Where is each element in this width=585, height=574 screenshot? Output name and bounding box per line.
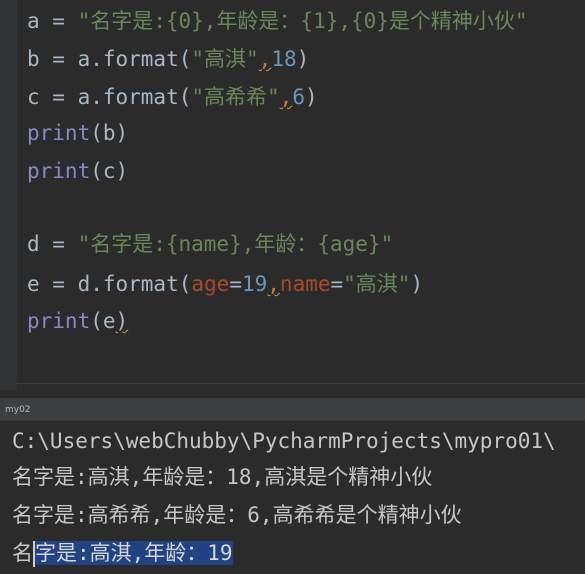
console-output-line-3-start: 名 bbox=[12, 541, 33, 565]
code-token: ) bbox=[296, 47, 310, 71]
code-token: "名字是:{0},年龄是：{1},{0}是个精神小伙" bbox=[77, 9, 528, 33]
code-token: a = bbox=[27, 9, 78, 33]
code-line[interactable]: a = "名字是:{0},年龄是：{1},{0}是个精神小伙" bbox=[27, 6, 528, 36]
console-command-line: C:\Users\webChubby\PycharmProjects\mypro… bbox=[12, 429, 556, 453]
code-token: e = d.format( bbox=[27, 272, 192, 296]
console-output-line-2: 名字是:高希希,年龄是：6,高希希是个精神小伙 bbox=[12, 503, 462, 527]
run-console[interactable]: C:\Users\webChubby\PycharmProjects\mypro… bbox=[0, 421, 585, 574]
editor-gutter bbox=[0, 0, 17, 390]
code-editor[interactable]: a = "名字是:{0},年龄是：{1},{0}是个精神小伙" b = a.for… bbox=[0, 0, 585, 398]
code-line[interactable]: print(e) bbox=[27, 306, 128, 336]
code-token: "高淇" bbox=[343, 272, 411, 296]
code-token: (e bbox=[90, 309, 116, 333]
code-token: d = bbox=[27, 232, 78, 256]
code-token: "高淇" bbox=[191, 47, 259, 71]
code-token: print bbox=[27, 159, 91, 183]
run-tab-my02[interactable]: my02 bbox=[2, 403, 34, 418]
code-token: age bbox=[191, 272, 230, 296]
code-token: = bbox=[330, 272, 344, 296]
selected-text[interactable]: 字是:高淇,年龄：19 bbox=[35, 541, 233, 565]
code-token: 18 bbox=[271, 47, 297, 71]
code-line[interactable]: b = a.format("高淇",18) bbox=[27, 44, 309, 74]
code-token: name bbox=[279, 272, 331, 296]
code-token: ) bbox=[304, 85, 318, 109]
code-token: 19 bbox=[241, 272, 268, 296]
code-token: b = a.format( bbox=[27, 47, 192, 71]
code-token: (c) bbox=[90, 159, 129, 183]
code-token: c = a.format( bbox=[27, 85, 192, 109]
code-token: ) bbox=[115, 309, 129, 333]
editor-divider bbox=[17, 383, 585, 384]
code-token: (b) bbox=[90, 121, 129, 145]
code-token: print bbox=[27, 309, 91, 333]
run-tool-window-header: my02 bbox=[0, 401, 585, 421]
code-token: ) bbox=[410, 272, 424, 296]
code-token: = bbox=[229, 272, 242, 296]
code-token: print bbox=[27, 121, 91, 145]
code-token: , bbox=[279, 85, 293, 109]
code-token: 6 bbox=[292, 85, 305, 109]
code-line[interactable]: d = "名字是:{name},年龄：{age}" bbox=[27, 229, 393, 259]
console-output-line-3: 名字是:高淇,年龄：19 bbox=[12, 535, 233, 571]
code-line[interactable]: print(b) bbox=[27, 118, 128, 148]
code-line[interactable]: c = a.format("高希希",6) bbox=[27, 82, 318, 112]
console-output-line-1: 名字是:高淇,年龄是：18,高淇是个精神小伙 bbox=[12, 465, 433, 489]
code-token: "名字是:{name},年龄：{age}" bbox=[77, 232, 394, 256]
code-token: "高希希" bbox=[191, 85, 280, 109]
code-token: , bbox=[267, 272, 280, 296]
code-line[interactable]: print(c) bbox=[27, 156, 128, 186]
code-token: , bbox=[258, 47, 272, 71]
code-line[interactable]: e = d.format(age=19,name="高淇") bbox=[27, 269, 423, 299]
